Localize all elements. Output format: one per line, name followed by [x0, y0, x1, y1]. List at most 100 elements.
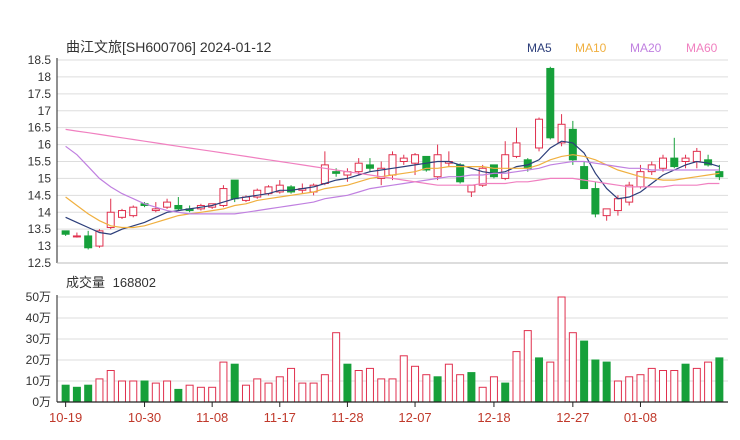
candle-body: [365, 164, 374, 169]
volume-bar: [602, 361, 611, 403]
candle-body: [61, 230, 70, 235]
candle-body: [670, 157, 679, 168]
volume-bar: [625, 376, 634, 403]
volume-tick-label: 20万: [26, 353, 51, 367]
candle: [602, 208, 611, 221]
candle: [377, 161, 386, 186]
candle-body: [489, 164, 498, 178]
date-x-axis: 10-19 10-30 11-08 11-17 11-28 12-07 12-18 12-27…: [49, 401, 728, 425]
volume-bar: [557, 296, 566, 403]
volume-bar: [704, 361, 713, 403]
candle-body: [163, 201, 172, 208]
candle: [670, 137, 679, 169]
candle-body: [399, 157, 408, 163]
volume-bar: [444, 363, 453, 403]
volume-tick-label: 0万: [32, 395, 51, 409]
x-tick-label: 11-17: [264, 410, 296, 425]
chart-title: 曲江文旅[SH600706] 2024-01-12: [66, 39, 272, 55]
volume-bar: [309, 382, 318, 403]
volume-bar: [219, 361, 228, 403]
volume-label: 成交量 168802: [66, 275, 156, 290]
volume-label-value: 168802: [113, 275, 156, 290]
volume-bar: [422, 374, 431, 403]
volume-tick-label: 10万: [26, 374, 51, 388]
volume-bar: [174, 388, 183, 403]
candle-body: [456, 164, 465, 183]
volume-bar: [230, 363, 239, 403]
volume-bar: [399, 355, 408, 403]
volume-bar: [591, 359, 600, 403]
stock-chart: 曲江文旅[SH600706] 2024-01-12 MA5 MA10 MA20 MA6…: [26, 39, 728, 425]
candle-body: [151, 208, 160, 212]
volume-bar: [692, 367, 701, 403]
candle-body: [354, 162, 363, 173]
candle: [501, 141, 510, 181]
x-tick-label: 11-28: [331, 410, 363, 425]
volume-bar: [489, 376, 498, 403]
volume-bar: [95, 378, 104, 403]
x-tick-label: 01-08: [624, 410, 657, 425]
volume-tick-label: 40万: [26, 311, 51, 325]
price-tick-label: 17.5: [28, 87, 52, 101]
volume-bar: [275, 376, 284, 403]
candle-body: [681, 157, 690, 163]
candle: [117, 208, 126, 220]
volume-bar: [467, 372, 476, 403]
volume-bar: [512, 351, 521, 403]
volume-bar: [117, 380, 126, 403]
volume-bar: [377, 378, 386, 403]
volume-bar: [163, 380, 172, 403]
candle-body: [501, 154, 510, 179]
candle: [444, 151, 453, 167]
volume-bar: [151, 382, 160, 403]
candle-body: [129, 206, 138, 217]
candle-body: [512, 142, 521, 157]
volume-bar: [354, 370, 363, 403]
volume-bar: [456, 374, 465, 403]
volume-bar: [659, 370, 668, 403]
price-tick-label: 12.5: [28, 256, 52, 270]
price-tick-label: 18.5: [28, 53, 52, 67]
candle-body: [332, 171, 341, 174]
candle: [399, 154, 408, 165]
volume-bar: [140, 380, 149, 403]
candle: [625, 181, 634, 206]
candle: [546, 66, 555, 140]
candle: [512, 127, 521, 159]
candle-body: [230, 179, 239, 200]
candle: [163, 198, 172, 209]
candle: [129, 205, 138, 218]
candle-body: [546, 67, 555, 139]
price-tick-label: 16: [38, 138, 52, 152]
volume-bar: [388, 378, 397, 403]
x-tick-label: 10-30: [128, 410, 161, 425]
volume-bar: [535, 357, 544, 403]
volume-bar: [343, 363, 352, 403]
volume-bar: [298, 382, 307, 403]
candle: [704, 154, 713, 167]
candle: [535, 117, 544, 152]
volume-bar: [523, 330, 532, 403]
volume-bar: [647, 367, 656, 403]
volume-bar: [681, 363, 690, 403]
candle: [659, 154, 668, 172]
candle: [591, 181, 600, 218]
candle-body: [625, 184, 634, 203]
volume-bar: [84, 384, 93, 403]
price-tick-label: 14: [38, 205, 52, 219]
candle-body: [580, 166, 589, 190]
x-tick-label: 11-08: [196, 410, 228, 425]
volume-bar: [241, 384, 250, 403]
volume-bar: [433, 376, 442, 403]
volume-bar: [568, 332, 577, 403]
candle: [219, 185, 228, 208]
volume-bar: [670, 370, 679, 403]
price-tick-label: 15: [38, 171, 52, 185]
price-tick-label: 15.5: [28, 155, 52, 169]
price-tick-label: 18: [38, 70, 52, 84]
candle-body: [692, 150, 701, 163]
volume-bar: [129, 380, 138, 403]
candle-body: [659, 157, 668, 169]
candle: [343, 168, 352, 182]
volume-bar: [196, 386, 205, 403]
